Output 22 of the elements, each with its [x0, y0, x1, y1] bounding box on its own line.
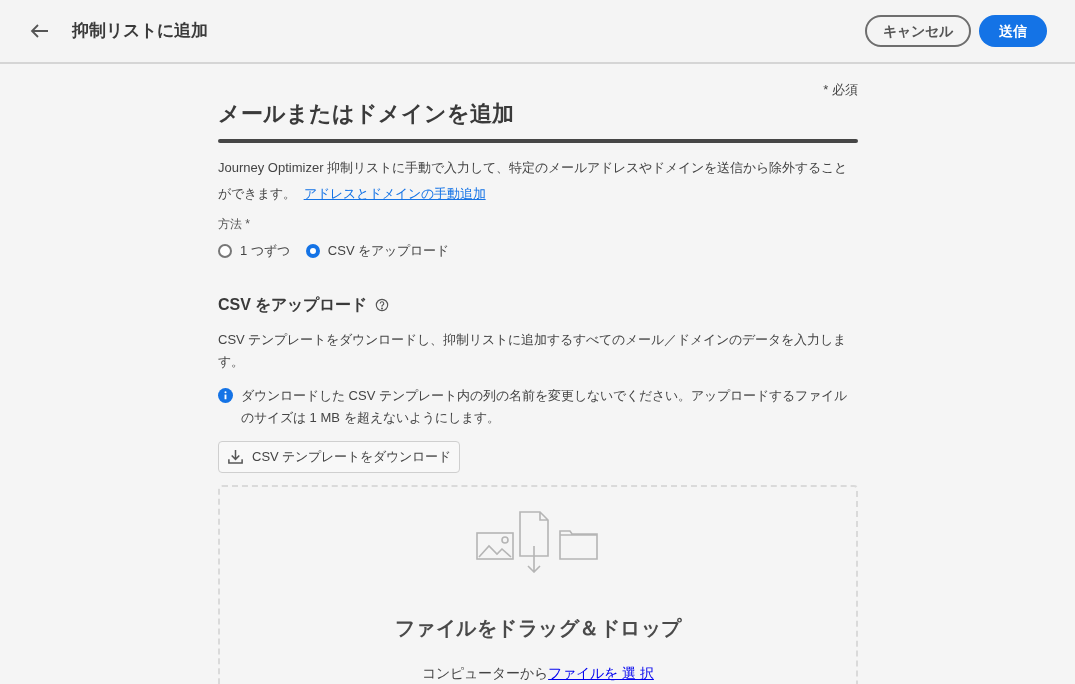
- drop-zone[interactable]: ファイルをドラッグ＆ドロップ コンピューターから ファイルを 選 択: [218, 484, 858, 684]
- method-label: 方法 *: [218, 216, 251, 233]
- upload-description: CSV テンプレートをダウンロードし、抑制リストに追加するすべてのメール／ドメインのデータを入力します。: [218, 330, 848, 371]
- download-icon: [227, 448, 244, 465]
- select-file-link[interactable]: ファイルを 選 択: [548, 662, 654, 684]
- file-types-icon: [476, 510, 600, 573]
- method-radio[interactable]: CSV をアップロード: [305, 241, 450, 261]
- intro-text: Journey Optimizer 抑制リストに手動で入力して、特定のメールアドレスやドメインを送信から除外することができます。 アドレスとドメインの手動追加: [218, 159, 849, 203]
- required-note: * 必須: [823, 81, 858, 99]
- info-text: ダウンロードした CSV テンプレート内の列の名前を変更しないでください。アップロードするファイルのサイズは 1 MB を超えないようにします。: [241, 386, 848, 427]
- info-icon: [218, 387, 233, 403]
- drop-hint: コンピューターから: [422, 663, 549, 683]
- drop-title: ファイルをドラッグ＆ドロップ: [394, 615, 682, 641]
- method-radio[interactable]: 1 つずつ: [218, 241, 290, 261]
- submit-button[interactable]: 送信: [979, 15, 1047, 47]
- cancel-button[interactable]: キャンセル: [865, 15, 971, 47]
- help-icon[interactable]: [375, 297, 390, 312]
- manual-add-link[interactable]: アドレスとドメインの手動追加: [303, 186, 486, 201]
- section-title: メールまたはドメインを追加: [218, 99, 515, 127]
- upload-title: CSV をアップロード: [218, 294, 368, 315]
- page-title: 抑制リストに追加: [72, 20, 208, 43]
- download-template-button[interactable]: CSV テンプレートをダウンロード: [218, 440, 461, 473]
